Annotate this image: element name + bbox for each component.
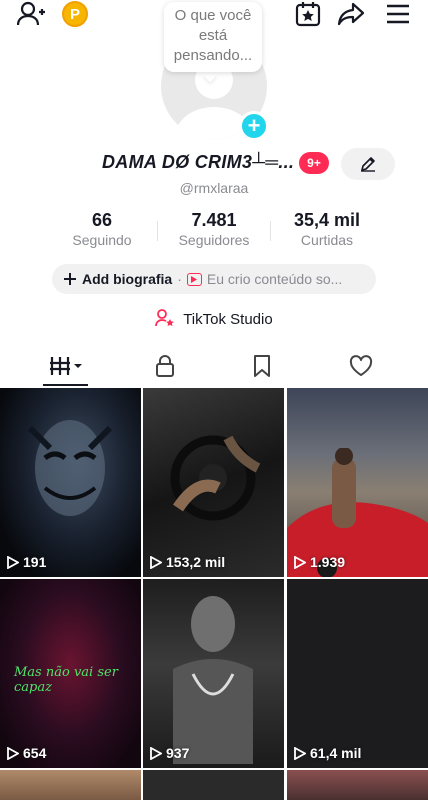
notification-badge[interactable]: 9+: [299, 152, 329, 174]
steering-wheel-art: [170, 435, 261, 521]
creator-calendar-icon[interactable]: [293, 0, 323, 28]
heart-icon: [349, 355, 373, 376]
joker-face-art: [27, 420, 113, 516]
play-icon: [7, 555, 19, 569]
view-count-text: 1.939: [310, 554, 346, 570]
video-thumbnail[interactable]: 61,4 mil: [287, 579, 428, 768]
profile-name: DAMA DØ CRIM3┴═...: [102, 152, 295, 172]
view-count: 153,2 mil: [150, 554, 225, 570]
view-count-text: 153,2 mil: [166, 554, 226, 570]
stat-likes[interactable]: 35,4 mil Curtidas: [267, 209, 387, 249]
stats-row: 66 Seguindo 7.481 Seguidores 35,4 mil Cu…: [0, 209, 428, 253]
menu-icon[interactable]: [384, 0, 412, 28]
tab-private[interactable]: [120, 346, 210, 386]
view-count: 61,4 mil: [294, 745, 361, 761]
view-count-text: 654: [23, 745, 47, 761]
share-icon[interactable]: [336, 0, 366, 28]
stat-value: 66: [91, 210, 113, 230]
lock-icon: [156, 355, 174, 377]
stat-label: Seguidores: [178, 232, 250, 248]
video-thumbnail[interactable]: 153,2 mil: [143, 388, 284, 577]
video-thumbnail[interactable]: 937: [143, 579, 284, 768]
stat-followers[interactable]: 7.481 Seguidores: [154, 209, 274, 249]
add-friend-icon[interactable]: [16, 0, 46, 28]
coins-icon[interactable]: P: [62, 1, 88, 27]
video-thumbnail[interactable]: [287, 770, 428, 800]
username: @rmxlaraa: [179, 180, 249, 196]
stat-following[interactable]: 66 Seguindo: [42, 209, 162, 249]
video-play-icon: [186, 272, 202, 286]
video-overlay-text: Mas não vai ser capaz: [14, 665, 118, 695]
play-icon: [150, 746, 162, 760]
videos-grid-icon: [50, 357, 82, 375]
add-story-button[interactable]: +: [239, 111, 269, 141]
video-thumbnail[interactable]: 191: [0, 388, 141, 577]
edit-profile-button[interactable]: [341, 148, 395, 180]
profile-tabs: [0, 346, 428, 386]
view-count-text: 191: [23, 554, 47, 570]
note-bubble[interactable]: O que você está pensando...: [164, 2, 262, 72]
view-count: 654: [7, 745, 46, 761]
play-icon: [294, 746, 306, 760]
play-icon: [294, 555, 306, 569]
add-bio-pill[interactable]: Add biografia · Eu crio conteúdo so...: [52, 264, 376, 294]
plus-icon: [64, 273, 76, 285]
view-count: 1.939: [294, 554, 345, 570]
play-icon: [150, 555, 162, 569]
view-count-text: 937: [166, 745, 190, 761]
add-bio-label: Add biografia: [82, 271, 173, 287]
view-count: 191: [7, 554, 46, 570]
video-thumbnail[interactable]: Mas não vai ser capaz 654: [0, 579, 141, 768]
stat-label: Seguindo: [72, 232, 132, 248]
pencil-icon: [361, 157, 375, 172]
tab-saved[interactable]: [217, 346, 307, 386]
video-thumbnail[interactable]: [0, 770, 141, 800]
bio-snippet: Eu crio conteúdo so...: [206, 271, 343, 287]
bookmark-icon: [254, 355, 270, 377]
studio-person-icon: [155, 309, 175, 331]
stat-label: Curtidas: [300, 232, 354, 248]
active-tab-indicator: [43, 384, 88, 386]
video-thumbnail[interactable]: 1.939: [287, 388, 428, 577]
video-thumbnail[interactable]: [143, 770, 284, 800]
view-count: 937: [150, 745, 189, 761]
tiktok-studio-link[interactable]: TikTok Studio: [0, 309, 428, 331]
note-text: O que você está pensando...: [173, 7, 253, 64]
stat-value: 35,4 mil: [293, 210, 361, 230]
bio-separator: ·: [177, 271, 182, 287]
view-count-text: 61,4 mil: [310, 745, 362, 761]
stat-value: 7.481: [191, 210, 237, 230]
tab-videos[interactable]: [21, 346, 111, 386]
play-icon: [7, 746, 19, 760]
studio-label: TikTok Studio: [183, 310, 273, 328]
tab-liked[interactable]: [316, 346, 406, 386]
portrait-art: [173, 596, 253, 764]
